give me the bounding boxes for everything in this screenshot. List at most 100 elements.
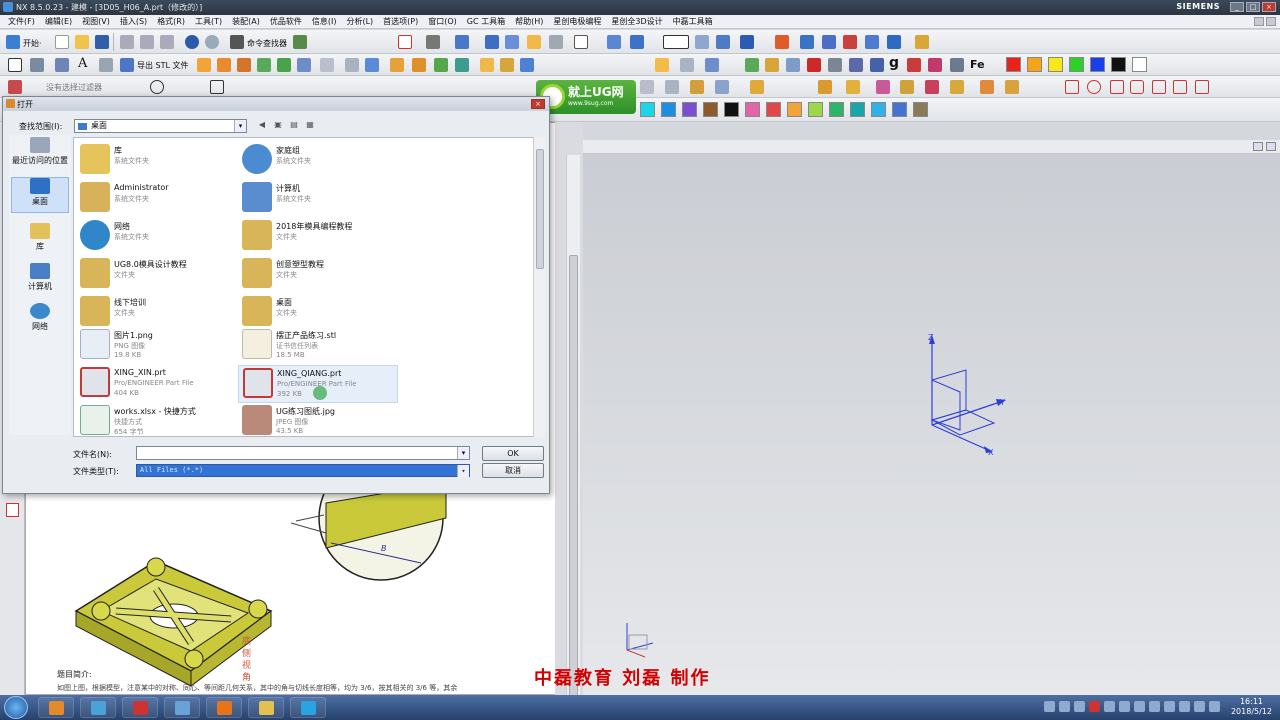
file-item[interactable]: 2018年模具编程教程 文件夹 [238, 218, 398, 254]
color-icon[interactable] [907, 58, 921, 72]
menu-analysis[interactable]: 分析(L) [346, 16, 373, 27]
color-swatch-lightblue[interactable] [661, 102, 676, 117]
chamfer-icon[interactable] [320, 58, 334, 72]
place-library[interactable]: 库 [11, 223, 69, 252]
surf4-icon[interactable] [715, 80, 729, 94]
menu-3d-design[interactable]: 星创全3D设计 [611, 16, 662, 27]
color-swatch-cyan[interactable] [640, 102, 655, 117]
hide-icon[interactable] [527, 35, 541, 49]
menu-file[interactable]: 文件(F) [8, 16, 35, 27]
windows-start-icon[interactable] [4, 696, 28, 719]
arc-tool-icon[interactable] [1087, 80, 1101, 94]
copy-icon[interactable] [140, 35, 154, 49]
up-folder-icon[interactable]: ▣ [273, 120, 283, 130]
file-list-scroll-thumb[interactable] [536, 149, 544, 269]
file-item[interactable]: Administrator 系统文件夹 [76, 180, 236, 216]
slot-tool-icon[interactable] [1130, 80, 1144, 94]
boss-icon[interactable] [257, 58, 271, 72]
sync-icon[interactable] [655, 58, 669, 72]
color-swatch-blue[interactable] [1090, 57, 1105, 72]
taskbar-app-1[interactable] [38, 697, 74, 718]
export-stl-button[interactable]: 导出 STL 文件 [137, 60, 189, 71]
color-swatch-orange[interactable] [1027, 57, 1042, 72]
start-button[interactable]: 开始· [23, 38, 42, 49]
taskbar-app-7[interactable] [290, 697, 326, 718]
cut-icon[interactable] [120, 35, 134, 49]
offset-tool-icon[interactable] [1195, 80, 1209, 94]
split-icon[interactable] [412, 58, 426, 72]
color-swatch-red[interactable] [1006, 57, 1021, 72]
file-item[interactable]: 库 系统文件夹 [76, 142, 236, 178]
taskbar-app-6[interactable] [248, 697, 284, 718]
doc-scroll-thumb[interactable] [569, 255, 578, 720]
subtract-icon[interactable] [455, 58, 469, 72]
shell-icon[interactable] [345, 58, 359, 72]
tray-icon[interactable] [1074, 701, 1085, 712]
mode-icon[interactable] [716, 35, 730, 49]
extrude-icon[interactable] [197, 58, 211, 72]
surf-icon[interactable] [640, 80, 654, 94]
fe-icon[interactable]: Fe [970, 58, 985, 71]
mold2-icon[interactable] [846, 80, 860, 94]
place-computer[interactable]: 计算机 [11, 263, 69, 292]
back-icon[interactable]: ◀ [257, 120, 267, 130]
menu-zhonglei[interactable]: 中磊工具箱 [673, 16, 713, 27]
ruler-icon[interactable] [915, 35, 929, 49]
cube-icon[interactable] [849, 58, 863, 72]
section-icon[interactable] [695, 35, 709, 49]
resize-icon[interactable] [705, 58, 719, 72]
file-item[interactable]: 桌面 文件夹 [238, 294, 398, 330]
filename-input[interactable]: ▾ [136, 446, 470, 460]
spline-icon[interactable] [8, 80, 22, 94]
place-desktop[interactable]: 桌面 [11, 177, 69, 213]
render-icon[interactable] [426, 35, 440, 49]
pocket-icon[interactable] [277, 58, 291, 72]
tray-icon[interactable] [1149, 701, 1160, 712]
cone-icon[interactable] [786, 58, 800, 72]
network-tray-icon[interactable] [1209, 701, 1220, 712]
save-icon[interactable] [95, 35, 109, 49]
vp-restore-icon[interactable] [1253, 142, 1263, 151]
unite-icon[interactable] [434, 58, 448, 72]
surf3-icon[interactable] [690, 80, 704, 94]
cmd-finder-icon[interactable] [230, 35, 244, 49]
resource-tab-icon[interactable] [6, 503, 19, 517]
select-icon[interactable] [8, 58, 22, 72]
mold8-icon[interactable] [1005, 80, 1019, 94]
offset-icon[interactable] [520, 58, 534, 72]
filetype-select[interactable]: All Files (*.*) ▾ [136, 464, 470, 477]
place-network[interactable]: 网络 [11, 303, 69, 332]
file-item[interactable]: 创意塑型教程 文件夹 [238, 256, 398, 292]
menu-view[interactable]: 视图(V) [82, 16, 110, 27]
shaded-icon[interactable] [455, 35, 469, 49]
pattern-icon[interactable] [480, 58, 494, 72]
color-swatch-green[interactable] [1069, 57, 1084, 72]
fit-icon[interactable] [398, 35, 412, 49]
stripes-icon[interactable] [950, 58, 964, 72]
close-doc-icon[interactable] [1266, 17, 1276, 26]
color-swatch-khaki[interactable] [913, 102, 928, 117]
taskbar-app-3[interactable] [122, 697, 158, 718]
color-swatch-purple[interactable] [682, 102, 697, 117]
replace-icon[interactable] [680, 58, 694, 72]
file-item[interactable]: UG8.0模具设计教程 文件夹 [76, 256, 236, 292]
datum-icon[interactable] [55, 58, 69, 72]
file-item[interactable]: 网络 系统文件夹 [76, 218, 236, 254]
copy-obj-icon[interactable] [887, 35, 901, 49]
new-folder-icon[interactable]: ▤ [289, 120, 299, 130]
tray-icon[interactable] [1119, 701, 1130, 712]
view-menu-icon[interactable]: ▦ [305, 120, 315, 130]
curve-icon[interactable] [99, 58, 113, 72]
menu-format[interactable]: 格式(R) [157, 16, 185, 27]
hole-icon[interactable] [237, 58, 251, 72]
doc-scrollbar[interactable] [566, 155, 580, 720]
line-tool-icon[interactable] [1065, 80, 1079, 94]
file-item[interactable]: works.xlsx - 快捷方式 快捷方式 654 字节 [76, 403, 236, 436]
dialog-close-button[interactable]: × [531, 99, 545, 109]
menu-assembly[interactable]: 装配(A) [232, 16, 260, 27]
color-swatch-sky[interactable] [871, 102, 886, 117]
file-item[interactable]: 图片1.png PNG 图像 19.8 KB [76, 327, 236, 365]
color-swatch-teal[interactable] [850, 102, 865, 117]
menu-preferences[interactable]: 首选项(P) [383, 16, 418, 27]
move-icon[interactable] [865, 35, 879, 49]
